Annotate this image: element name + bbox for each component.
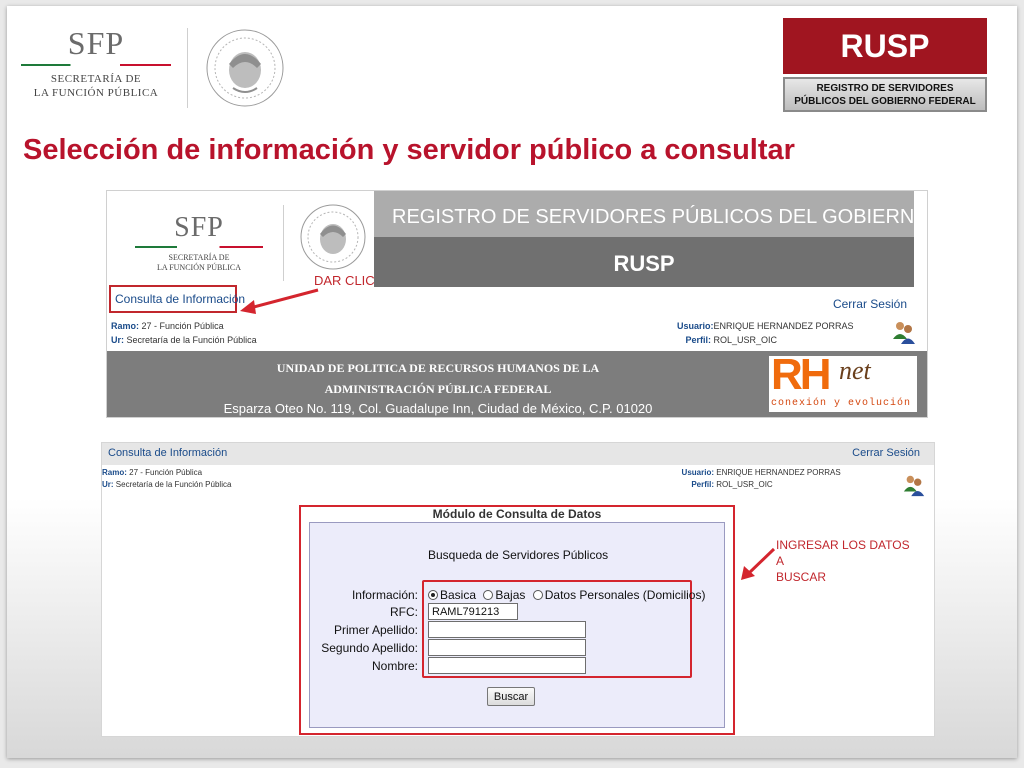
annotation-ingresar-2: BUSCAR — [776, 570, 827, 584]
ramo-label-2: Ramo: — [102, 468, 127, 477]
mexico-seal-icon — [206, 29, 284, 107]
radio-datos-personales-label: Datos Personales (Domicilios) — [544, 588, 706, 602]
registry-title-band: REGISTRO DE SERVIDORES PÚBLICOS DEL GOBI… — [374, 191, 927, 237]
perfil-label: Perfil: — [685, 335, 711, 345]
rhnet-tagline: conexión y evolución — [771, 398, 912, 409]
radio-bajas-label: Bajas — [495, 588, 526, 602]
portal-sfp-logo: SFP SECRETARÍA DE LA FUNCIÓN PÚBLICA — [135, 213, 263, 273]
informacion-radio-group: Basica Bajas Datos Personales (Domicilio… — [428, 588, 705, 602]
rusp-badge: RUSP — [783, 18, 987, 74]
perfil-label-2: Perfil: — [691, 480, 714, 489]
usuario-group: Usuario: ENRIQUE HERNANDEZ PORRAS — [677, 319, 854, 333]
arrow-to-consulta-icon — [240, 288, 319, 314]
consulta-screenshot: Consulta de Información Cerrar Sesión Ra… — [101, 442, 935, 737]
users-icon — [893, 322, 915, 344]
perfil-group: Perfil: ROL_USR_OIC — [677, 333, 777, 347]
user-info-2: Ramo: 27 - Función Pública Usuario: ENRI… — [102, 467, 932, 491]
ramo-label: Ramo: — [111, 321, 140, 331]
nombre-label: Nombre: — [371, 659, 418, 673]
radio-basica-label: Basica — [440, 588, 477, 602]
portal-mexico-seal-icon — [300, 204, 366, 270]
search-panel: Busqueda de Servidores Públicos Informac… — [309, 522, 725, 728]
logo-divider — [187, 28, 188, 108]
ramo-value: 27 - Función Pública — [141, 321, 224, 331]
cerrar-sesion-link[interactable]: Cerrar Sesión — [833, 297, 907, 311]
sfp-logo-sub-1: SECRETARÍA DE — [50, 73, 142, 85]
ur-label-2: Ur: — [102, 480, 114, 489]
nombre-input[interactable] — [428, 657, 586, 674]
perfil-value-2: ROL_USR_OIC — [716, 480, 773, 489]
module-title: Módulo de Consulta de Datos — [432, 507, 602, 521]
rusp-title-band: RUSP — [374, 237, 914, 287]
rusp-subtitle-1: REGISTRO DE SERVIDORES — [816, 83, 954, 94]
buscar-button[interactable]: Buscar — [487, 687, 535, 706]
ur-row: Ur: Secretaría de la Función Pública Per… — [111, 333, 923, 347]
informacion-label: Información: — [351, 588, 418, 602]
rhnet-logo: RH net conexión y evolución — [769, 350, 917, 412]
perfil-value: ROL_USR_OIC — [713, 335, 778, 345]
portal-logo-divider — [283, 205, 284, 281]
rhnet-rh: RH — [771, 350, 832, 399]
annotation-ingresar: INGRESAR LOS DATOS A BUSCAR — [776, 537, 916, 585]
rfc-input[interactable] — [428, 603, 518, 620]
segundo-apellido-input[interactable] — [428, 639, 586, 656]
consulta-informacion-link-2[interactable]: Consulta de Información — [108, 447, 227, 459]
radio-basica[interactable] — [428, 590, 438, 600]
segundo-apellido-label: Segundo Apellido: — [321, 641, 418, 655]
users-icon-2 — [903, 475, 925, 497]
portal-sfp-word: SFP — [174, 212, 224, 243]
sfp-logo: SFP SECRETARÍA DE LA FUNCIÓN PÚBLICA — [21, 26, 171, 100]
unidad-line-1: UNIDAD DE POLITICA DE RECURSOS HUMANOS D… — [276, 361, 600, 375]
ramo-row: Ramo: 27 - Función Pública Usuario: ENRI… — [111, 319, 923, 333]
usuario-group-2: Usuario: ENRIQUE HERNANDEZ PORRAS — [680, 467, 841, 479]
ramo-value-2: 27 - Función Pública — [129, 468, 203, 477]
usuario-label-2: Usuario: — [681, 468, 714, 477]
primer-apellido-input[interactable] — [428, 621, 586, 638]
portal-sfp-sub-1: SECRETARÍA DE — [168, 253, 230, 262]
rhnet-net: net — [839, 356, 871, 385]
ur-value: Secretaría de la Función Pública — [126, 335, 257, 345]
ur-row-2: Ur: Secretaría de la Función Pública Per… — [102, 479, 932, 491]
rusp-subtitle-2: PÚBLICOS DEL GOBIERNO FEDERAL — [794, 96, 976, 107]
portal-sfp-rule — [135, 246, 263, 248]
sfp-logo-rule — [21, 64, 171, 66]
usuario-value: ENRIQUE HERNANDEZ PORRAS — [713, 321, 854, 331]
portal-header-screenshot: SFP SECRETARÍA DE LA FUNCIÓN PÚBLICA REG… — [106, 190, 928, 418]
unidad-address: Esparza Oteo No. 119, Col. Guadalupe Inn… — [223, 401, 653, 416]
search-title: Busqueda de Servidores Públicos — [428, 548, 609, 562]
usuario-value-2: ENRIQUE HERNANDEZ PORRAS — [716, 468, 841, 477]
usuario-label: Usuario: — [677, 321, 714, 331]
annotation-dar-clic: DAR CLIC — [314, 273, 375, 288]
user-info: Ramo: 27 - Función Pública Usuario: ENRI… — [111, 319, 923, 347]
ur-value-2: Secretaría de la Función Pública — [115, 480, 232, 489]
ur-label: Ur: — [111, 335, 124, 345]
consulta-informacion-link[interactable]: Consulta de Información — [109, 285, 245, 313]
rfc-label: RFC: — [390, 605, 418, 619]
sfp-logo-word: SFP — [67, 25, 125, 61]
radio-datos-personales[interactable] — [532, 590, 543, 600]
perfil-group-2: Perfil: ROL_USR_OIC — [680, 479, 773, 491]
rusp-subtitle-box: REGISTRO DE SERVIDORES PÚBLICOS DEL GOBI… — [783, 77, 987, 112]
slide-title: Selección de información y servidor públ… — [23, 134, 795, 166]
cerrar-sesion-link-2[interactable]: Cerrar Sesión — [852, 447, 920, 459]
unidad-line-2: ADMINISTRACIÓN PÚBLICA FEDERAL — [324, 382, 552, 396]
sfp-logo-sub-2: LA FUNCIÓN PÚBLICA — [33, 87, 159, 99]
annotation-ingresar-1: INGRESAR LOS DATOS A — [776, 538, 910, 568]
primer-apellido-label: Primer Apellido: — [333, 623, 418, 637]
portal-sfp-sub-2: LA FUNCIÓN PÚBLICA — [156, 263, 241, 272]
ramo-row-2: Ramo: 27 - Función Pública Usuario: ENRI… — [102, 467, 932, 479]
radio-bajas[interactable] — [483, 590, 494, 600]
arrow-to-form-icon — [741, 547, 776, 580]
